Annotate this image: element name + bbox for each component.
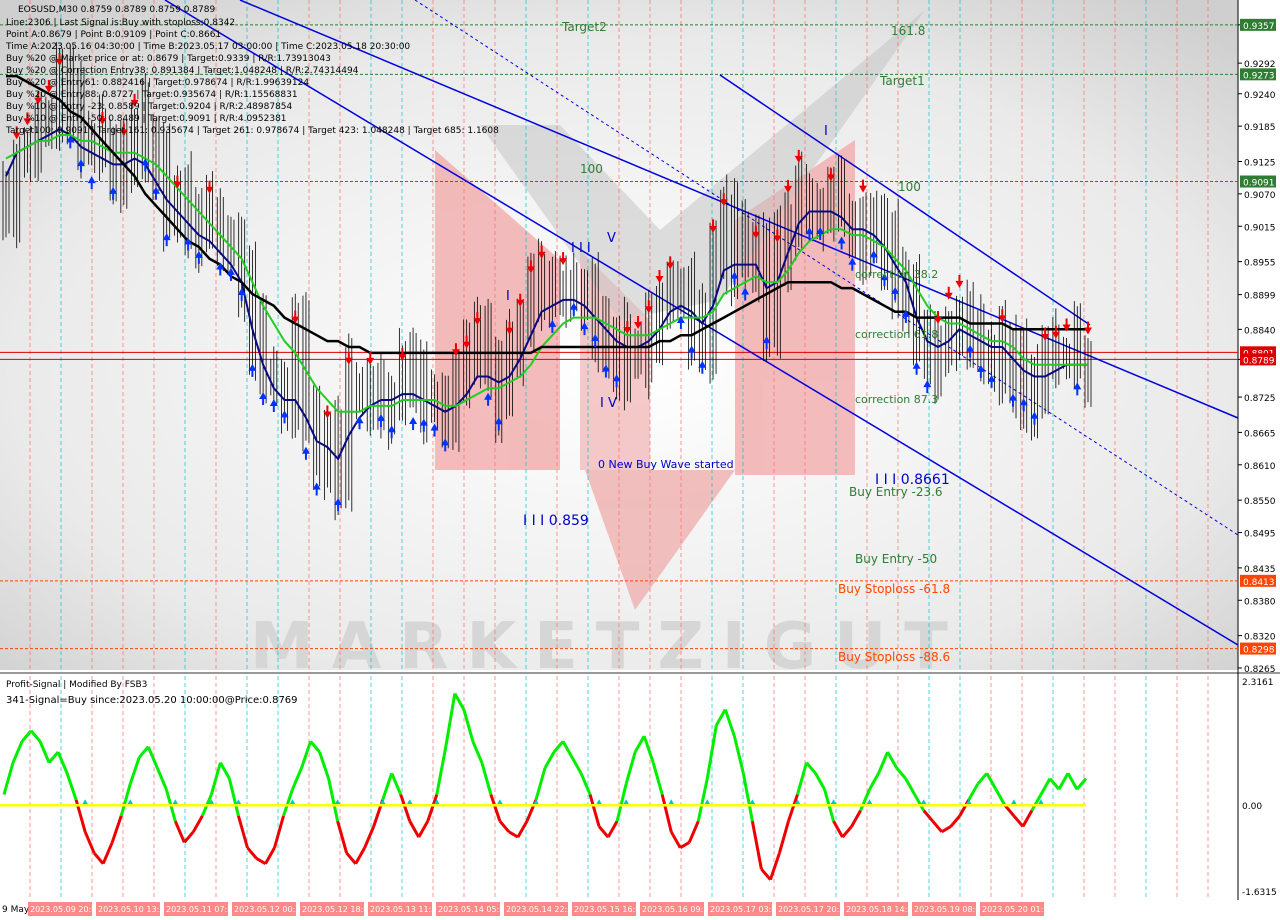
left-100-label: 100 xyxy=(580,162,603,176)
price-tick-label: 0.8955 xyxy=(1244,259,1276,269)
time-axis-label: 2023.05.15 16:00 xyxy=(574,905,645,914)
wave-iii-label: I I I xyxy=(571,241,591,256)
correction-618-label: correction 61.8 xyxy=(855,328,938,341)
wave-iv-label: I V xyxy=(600,396,617,411)
price-tick-label: 0.8265 xyxy=(1244,665,1276,675)
info-line-4: Buy %20 @ Market price or at: 0.8679 | T… xyxy=(6,54,331,64)
price-tick-label: 0.8550 xyxy=(1244,497,1276,507)
price-tick-label: 0.8320 xyxy=(1244,633,1276,643)
info-line-8: Buy %10 @ Entry -23: 0.8589 | Target:0.9… xyxy=(6,102,293,112)
price-tick-label: 0.9125 xyxy=(1244,158,1276,168)
info-line-6: Buy %20 @ Entry61: 0.882416 | Target:0.9… xyxy=(6,78,309,88)
info-line-2: Point A:0.8679 | Point B:0.9109 | Point … xyxy=(6,30,221,40)
price-axis-bg xyxy=(1238,0,1280,900)
level-tag-label: 0.8298 xyxy=(1243,646,1275,656)
wave-low-1-label: I I I 0.859 xyxy=(523,513,589,529)
time-axis: 9 May 2023.05.09 20:002023.05.10 13:3020… xyxy=(0,900,1280,920)
level-tag-label: 0.9091 xyxy=(1243,179,1275,189)
level-tag-label: 0.9273 xyxy=(1243,71,1275,81)
time-axis-label: 2023.05.09 20:00 xyxy=(30,905,101,914)
time-axis-label: 2023.05.20 01:30 xyxy=(982,905,1053,914)
fib-1618-label: 161.8 xyxy=(891,24,925,38)
osc-tick-zero: 0.00 xyxy=(1242,802,1262,812)
price-tick-label: 0.9240 xyxy=(1244,91,1276,101)
info-line-5: Buy %20 @ Correction Entry38: 0.891384 |… xyxy=(6,66,359,76)
correction-382-label: correction 38.2 xyxy=(855,268,938,281)
watermark-text: MARKETZIGUT xyxy=(250,610,966,684)
price-tick-label: 0.9070 xyxy=(1244,191,1276,201)
buy-entry-50-label: Buy Entry -50 xyxy=(855,552,937,566)
time-axis-label: 2023.05.18 14:30 xyxy=(846,905,917,914)
info-line-1: Line:2306 | Last Signal is:Buy with stop… xyxy=(6,18,235,28)
price-tick-label: 0.8725 xyxy=(1244,394,1276,404)
osc-title: Profit-Signal | Modified By FSB3 xyxy=(6,680,147,690)
buy-stoploss-886-label: Buy Stoploss -88.6 xyxy=(838,650,950,664)
osc-signal: 341-Signal=Buy since:2023.05.20 10:00:00… xyxy=(6,695,298,706)
price-tick-label: 0.8435 xyxy=(1244,565,1276,575)
correction-873-label: correction 87.3 xyxy=(855,393,938,406)
time-axis-label: 2023.05.17 03:00 xyxy=(710,905,781,914)
buy-stoploss-618-label: Buy Stoploss -61.8 xyxy=(838,582,950,596)
chart-title: EOSUSD,M30 0.8759 0.8789 0.8759 0.8789 xyxy=(18,5,215,15)
level-tag-label: 0.9357 xyxy=(1243,22,1275,32)
price-tick-label: 0.9015 xyxy=(1244,223,1276,233)
info-line-7: Buy %20 @ Entry88: 0.8727 | Target:0.935… xyxy=(6,90,298,100)
time-axis-label: 2023.05.19 08:00 xyxy=(914,905,985,914)
target1-label: Target1 xyxy=(879,74,925,88)
time-axis-label: 2023.05.12 00:30 xyxy=(234,905,305,914)
new-wave-label: 0 New Buy Wave started xyxy=(598,458,734,471)
info-line-9: Buy %10 @ Entry -50: 0.8489 | Target:0.9… xyxy=(6,114,287,124)
time-axis-label: 2023.05.10 13:30 xyxy=(98,905,169,914)
osc-tick-top: 2.3161 xyxy=(1242,678,1274,688)
level-tag-label: 0.8413 xyxy=(1243,578,1275,588)
osc-tick-bottom: -1.6315 xyxy=(1242,888,1277,898)
time-axis-label: 2023.05.16 09:30 xyxy=(642,905,713,914)
price-tick-label: 0.8380 xyxy=(1244,597,1276,607)
price-tick-label: 0.8495 xyxy=(1244,530,1276,540)
time-axis-label: 2023.05.14 22:30 xyxy=(506,905,577,914)
time-axis-label: 2023.05.12 18:00 xyxy=(302,905,373,914)
price-tick-label: 0.8665 xyxy=(1244,429,1276,439)
price-tick-label: 0.9185 xyxy=(1244,123,1276,133)
time-axis-label: 2023.05.13 11:30 xyxy=(370,905,441,914)
price-chart[interactable]: MARKETZIGUT Target2 161.8 Target1 100 10… xyxy=(0,0,1280,920)
buy-entry-236-label: Buy Entry -23.6 xyxy=(849,485,943,499)
wave-i-label: I xyxy=(506,289,510,304)
price-tick-label: 0.8840 xyxy=(1244,326,1276,336)
price-tick-label: 0.8610 xyxy=(1244,462,1276,472)
info-line-10: Target100: 0.9091 | Target 161: 0.935674… xyxy=(5,126,499,136)
price-tick-label: 0.8899 xyxy=(1244,292,1276,302)
time-axis-label: 2023.05.14 05:00 xyxy=(438,905,509,914)
wave-i-top-label: I xyxy=(824,124,828,139)
info-line-3: Time A:2023.05.16 04:30:00 | Time B:2023… xyxy=(5,42,410,52)
target2-label: Target2 xyxy=(561,20,607,34)
time-axis-label: 2023.05.17 20:30 xyxy=(778,905,849,914)
level-tag-label: 0.8789 xyxy=(1243,356,1275,366)
wave-v-label: V xyxy=(607,231,616,246)
right-100-label: 100 xyxy=(898,180,921,194)
time-axis-label: 2023.05.11 07:00 xyxy=(166,905,237,914)
time-axis-start: 9 May xyxy=(2,905,30,915)
